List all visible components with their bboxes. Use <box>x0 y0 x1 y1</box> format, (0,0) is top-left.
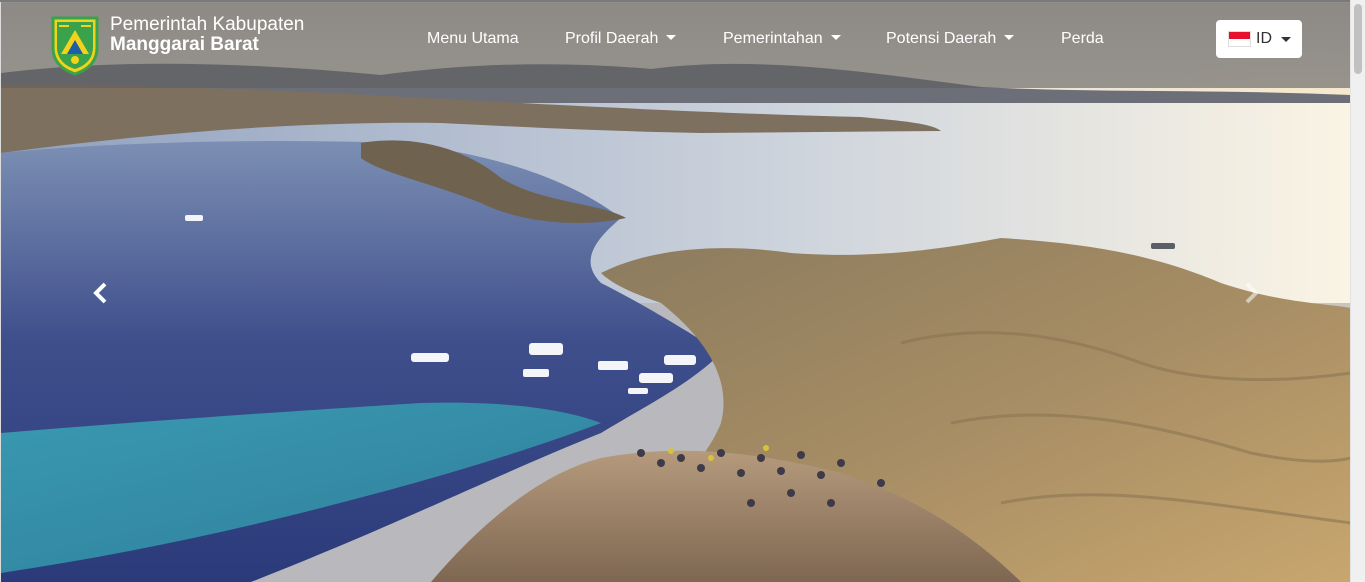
language-label: ID <box>1256 30 1272 47</box>
nav-item-label: Menu Utama <box>427 30 519 47</box>
nav-perda[interactable]: Perda <box>1061 30 1104 48</box>
indonesia-flag-icon <box>1229 32 1250 46</box>
carousel-prev-button[interactable] <box>89 281 113 305</box>
dropdown-caret-icon <box>1004 35 1015 40</box>
nav-item-label: Potensi Daerah <box>886 30 997 47</box>
language-dropdown-button[interactable]: ID <box>1216 20 1302 58</box>
chevron-right-icon <box>1245 282 1259 304</box>
nav-potensi-daerah-dropdown[interactable]: Potensi Daerah <box>886 30 1015 48</box>
brand-title-line1: Pemerintah Kabupaten <box>110 14 305 35</box>
brand-text: Pemerintah Kabupaten Manggarai Barat <box>110 15 304 55</box>
dropdown-caret-icon <box>1281 36 1291 42</box>
dropdown-caret-icon <box>830 35 841 40</box>
carousel-slide-image <box>1 3 1351 582</box>
dropdown-caret-icon <box>666 35 677 40</box>
nav-profil-daerah-dropdown[interactable]: Profil Daerah <box>565 30 677 48</box>
brand[interactable]: Pemerintah Kabupaten Manggarai Barat <box>49 14 304 76</box>
chevron-left-icon <box>93 282 107 304</box>
manggarai-barat-emblem-icon <box>51 16 99 76</box>
nav-menu-utama[interactable]: Menu Utama <box>427 30 519 48</box>
nav-pemerintahan-dropdown[interactable]: Pemerintahan <box>723 30 841 48</box>
main-navbar: Pemerintah Kabupaten Manggarai Barat Men… <box>1 2 1351 88</box>
landscape-illustration <box>1 63 1351 582</box>
scrollbar-thumb[interactable] <box>1354 4 1362 74</box>
nav-item-label: Pemerintahan <box>723 30 823 47</box>
carousel-next-button[interactable] <box>1239 281 1263 305</box>
page-scrollbar[interactable] <box>1350 0 1365 582</box>
nav-item-label: Profil Daerah <box>565 30 659 47</box>
nav-item-label: Perda <box>1061 30 1104 47</box>
brand-title-line2: Manggarai Barat <box>110 34 259 55</box>
